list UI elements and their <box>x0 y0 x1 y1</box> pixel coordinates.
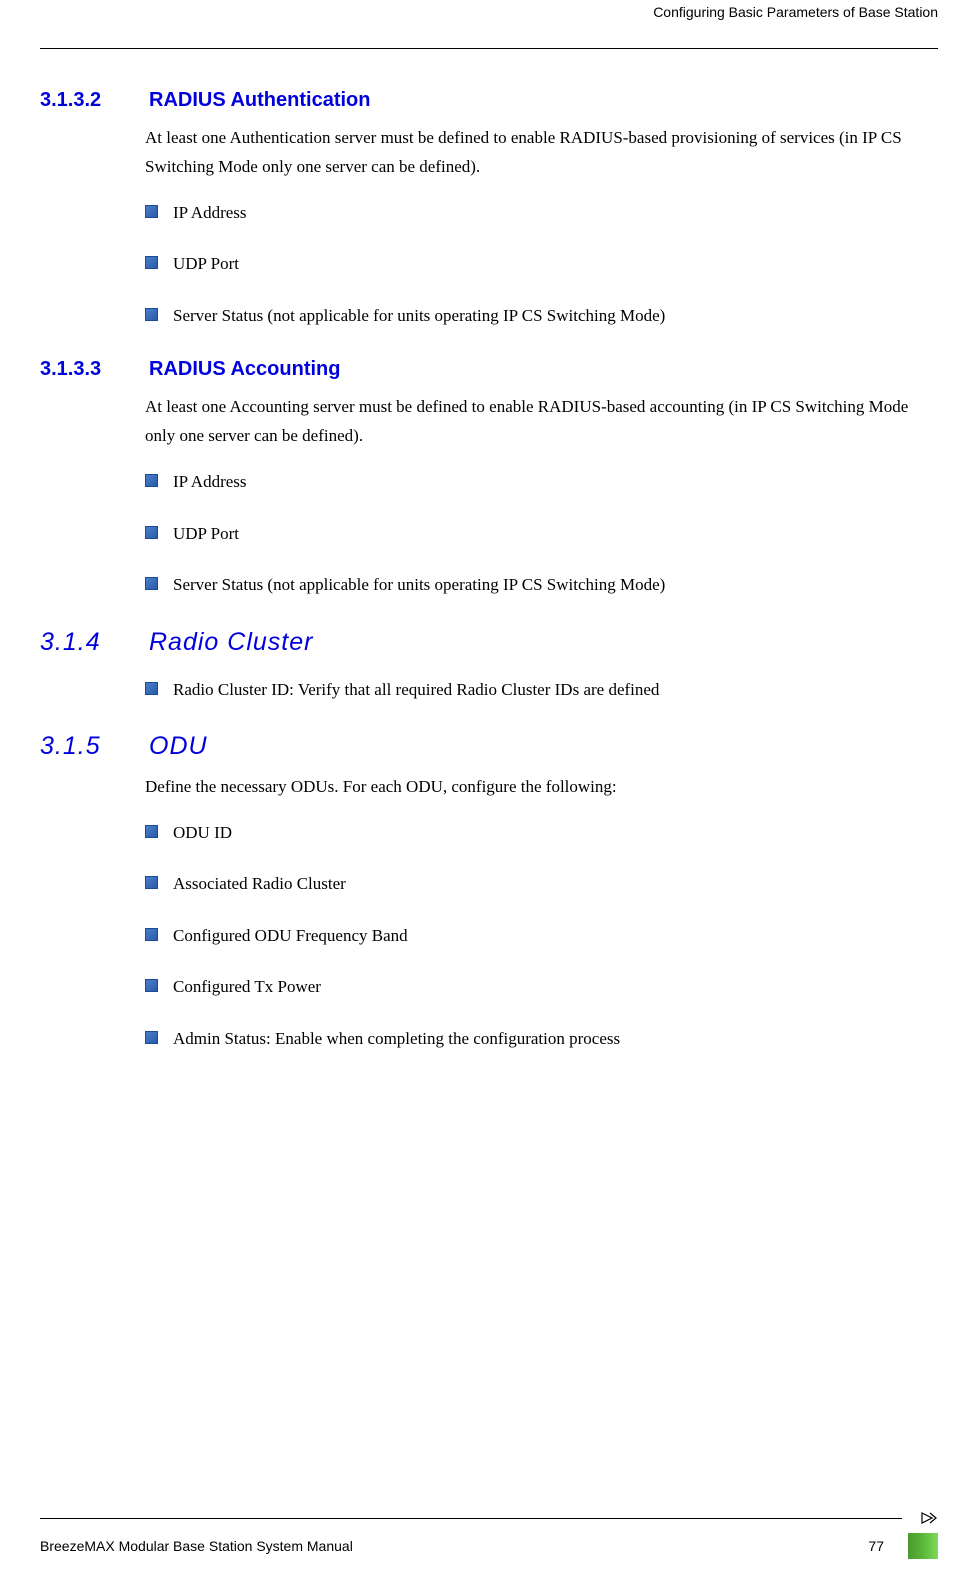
arrow-right-icon <box>920 1509 938 1527</box>
list-item: IP Address <box>145 469 938 495</box>
section-number: 3.1.3.2 <box>40 89 145 112</box>
list-item: Server Status (not applicable for units … <box>145 303 938 329</box>
list-item: Configured ODU Frequency Band <box>145 923 938 949</box>
section-title: Radio Cluster <box>149 628 313 657</box>
bullet-list: ODU ID Associated Radio Cluster Configur… <box>145 820 938 1052</box>
list-item: IP Address <box>145 200 938 226</box>
list-item: Server Status (not applicable for units … <box>145 572 938 598</box>
section-odu: 3.1.5 ODU Define the necessary ODUs. For… <box>40 732 938 1051</box>
header-chapter-title: Configuring Basic Parameters of Base Sta… <box>0 4 978 26</box>
page-footer: BreezeMAX Modular Base Station System Ma… <box>40 1509 938 1559</box>
section-radius-authentication: 3.1.3.2 RADIUS Authentication At least o… <box>40 89 938 328</box>
section-title: RADIUS Authentication <box>149 89 370 112</box>
page-number: 77 <box>868 1538 884 1554</box>
section-title: RADIUS Accounting <box>149 358 340 381</box>
list-item: Radio Cluster ID: Verify that all requir… <box>145 677 938 703</box>
brand-bar-icon <box>908 1533 938 1559</box>
list-item: Associated Radio Cluster <box>145 871 938 897</box>
list-item: UDP Port <box>145 521 938 547</box>
list-item: Configured Tx Power <box>145 974 938 1000</box>
section-number: 3.1.5 <box>40 732 145 761</box>
footer-manual-title: BreezeMAX Modular Base Station System Ma… <box>40 1538 353 1554</box>
section-body: Define the necessary ODUs. For each ODU,… <box>145 773 938 802</box>
footer-divider <box>40 1518 902 1519</box>
list-item: Admin Status: Enable when completing the… <box>145 1026 938 1052</box>
section-radius-accounting: 3.1.3.3 RADIUS Accounting At least one A… <box>40 358 938 597</box>
list-item: ODU ID <box>145 820 938 846</box>
section-number: 3.1.3.3 <box>40 358 145 381</box>
section-title: ODU <box>149 732 208 761</box>
section-radio-cluster: 3.1.4 Radio Cluster Radio Cluster ID: Ve… <box>40 628 938 703</box>
page-content: 3.1.3.2 RADIUS Authentication At least o… <box>0 49 978 1051</box>
section-body: At least one Accounting server must be d… <box>145 393 938 451</box>
section-body: At least one Authentication server must … <box>145 124 938 182</box>
bullet-list: IP Address UDP Port Server Status (not a… <box>145 200 938 329</box>
list-item: UDP Port <box>145 251 938 277</box>
bullet-list: IP Address UDP Port Server Status (not a… <box>145 469 938 598</box>
bullet-list: Radio Cluster ID: Verify that all requir… <box>145 677 938 703</box>
section-number: 3.1.4 <box>40 628 145 657</box>
